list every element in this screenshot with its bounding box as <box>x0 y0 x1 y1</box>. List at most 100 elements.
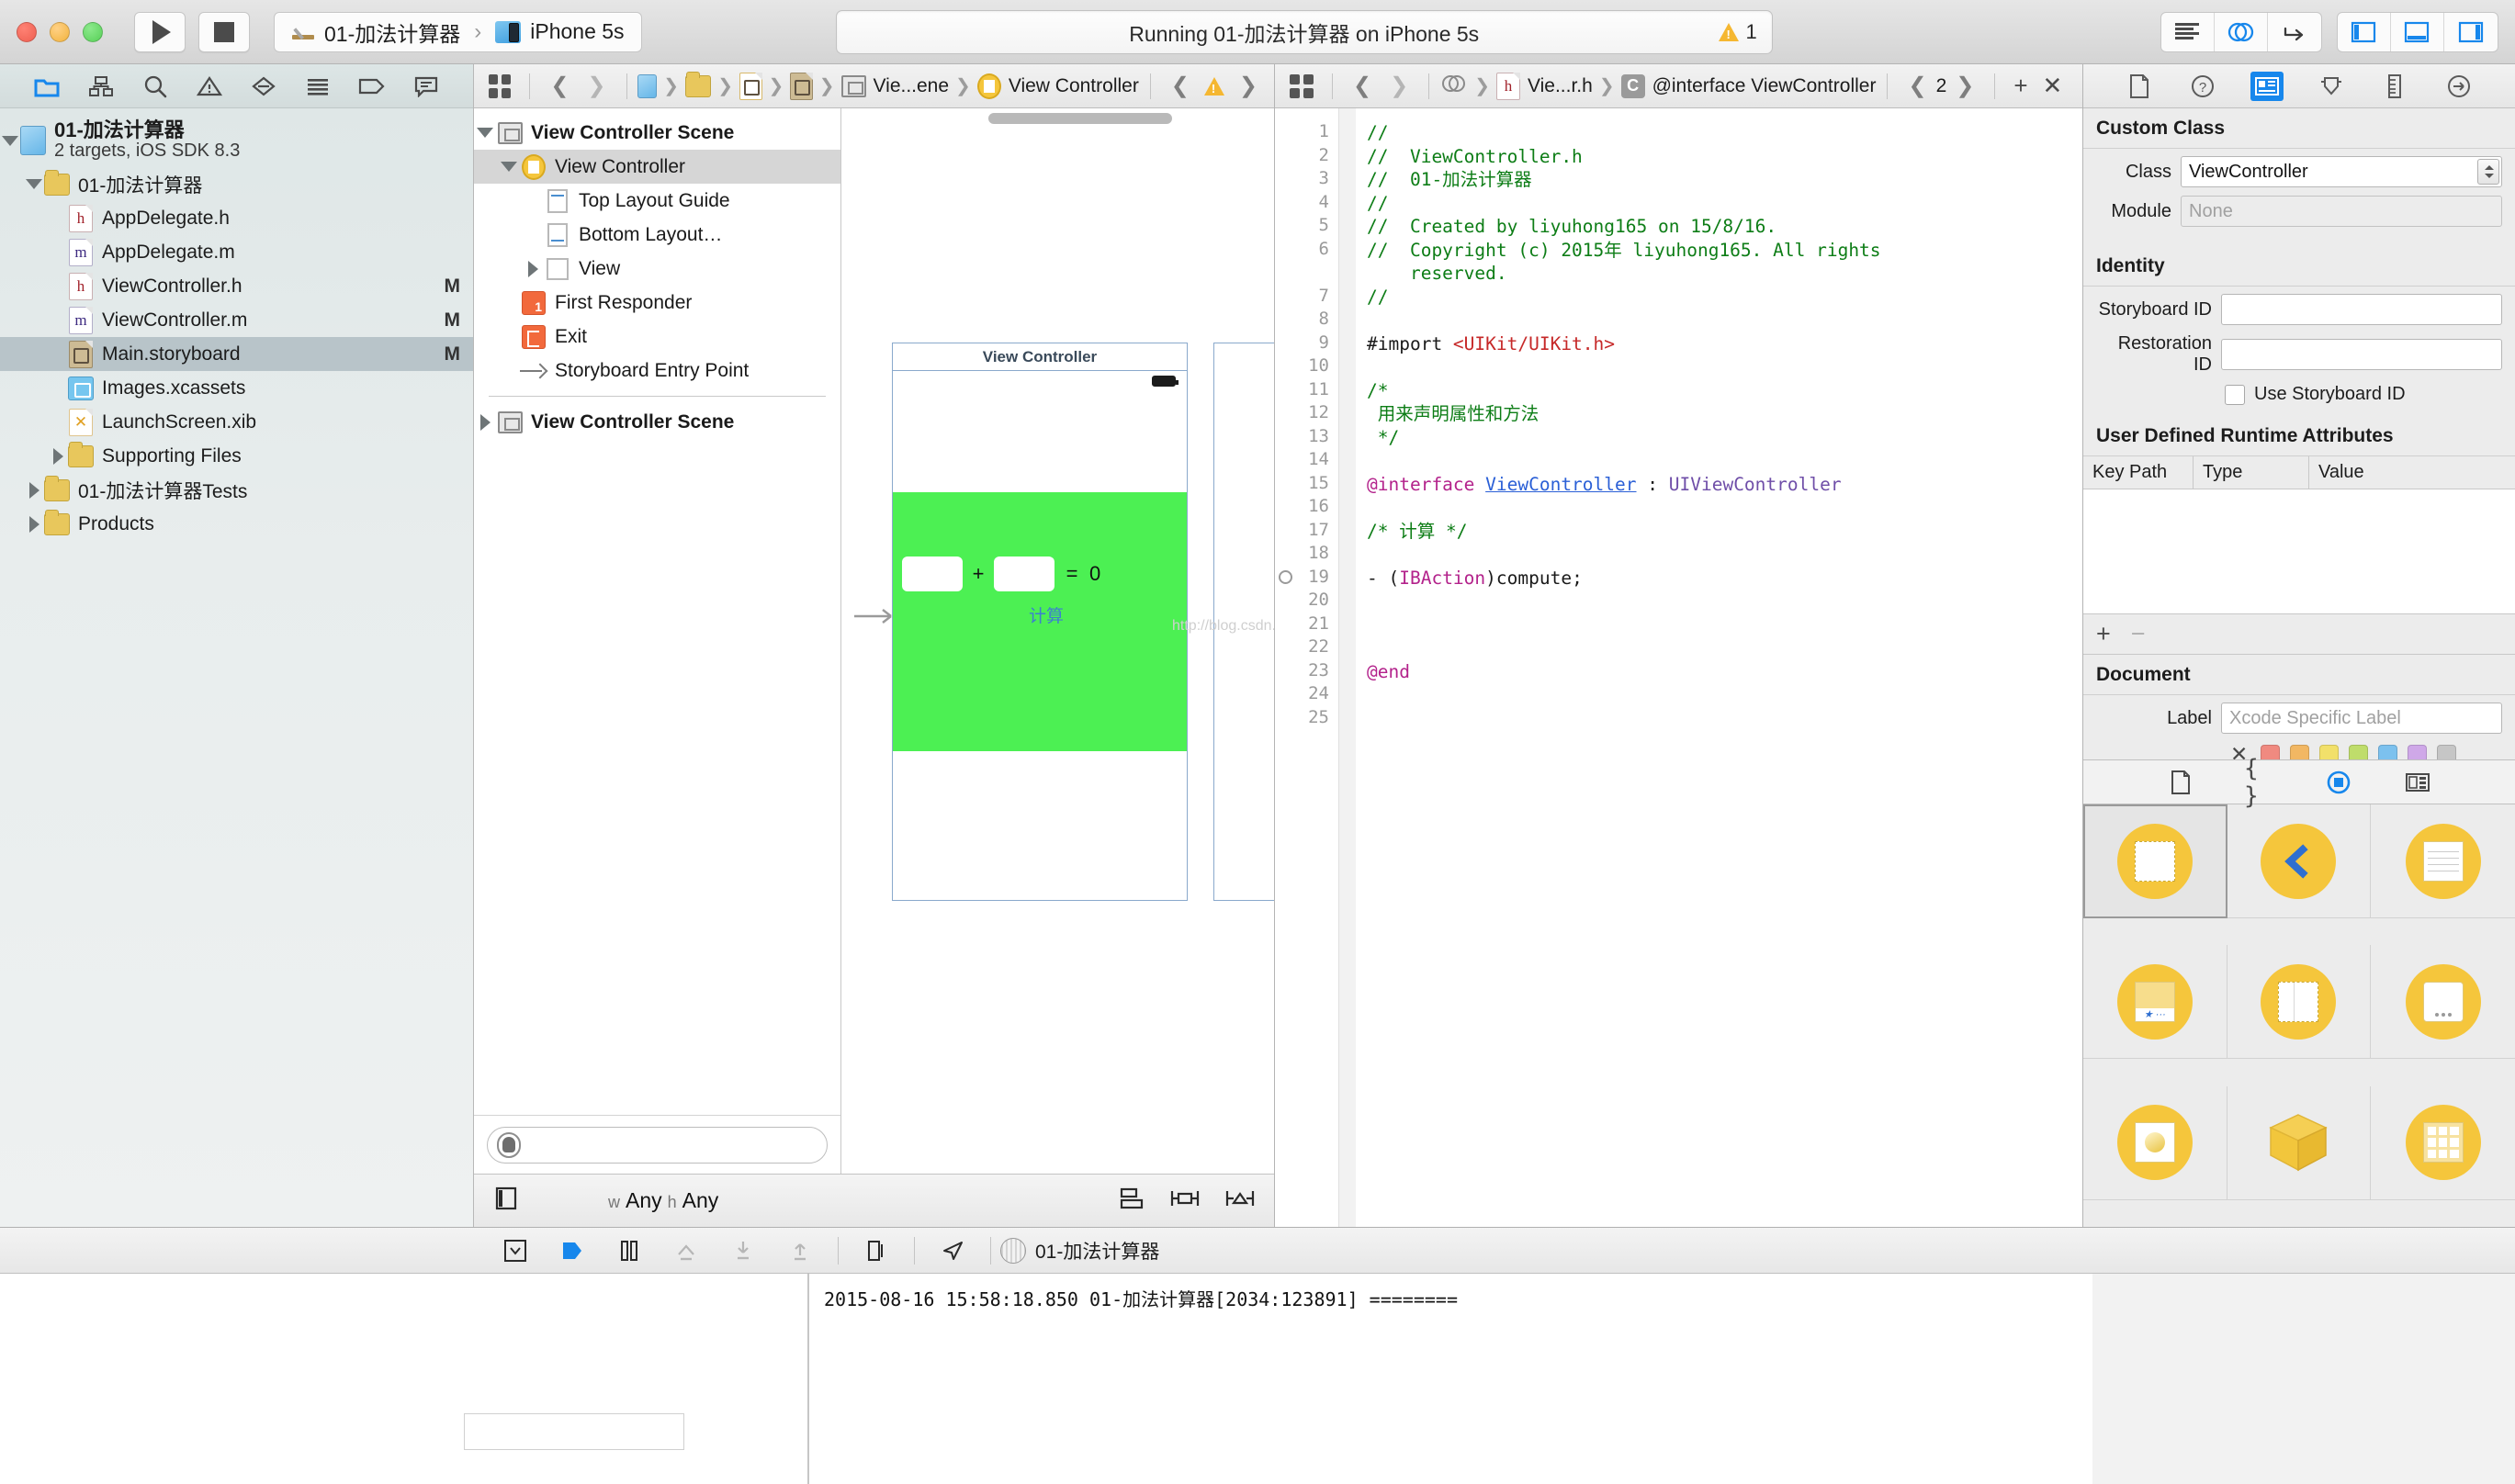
disclosure-down-icon[interactable] <box>477 128 493 138</box>
green-root-view[interactable]: + = 0 计算 <box>893 492 1187 751</box>
disclosure-right-icon[interactable] <box>479 413 491 431</box>
udra-table[interactable] <box>2083 489 2515 614</box>
library-item-view-controller[interactable] <box>2083 804 2227 918</box>
disclosure-triangle[interactable] <box>474 128 496 138</box>
simulate-view-hierarchy-button[interactable] <box>848 1228 905 1274</box>
line-number[interactable]: 25 <box>1275 707 1338 731</box>
step-out-button[interactable] <box>772 1228 829 1274</box>
line-number[interactable]: 6 <box>1275 239 1338 263</box>
outline-item[interactable]: Storyboard Entry Point <box>474 354 840 388</box>
close-window-button[interactable] <box>17 21 37 42</box>
disclosure-triangle[interactable] <box>498 162 520 172</box>
navigator-item[interactable]: 01-加法计算器Tests <box>0 473 473 507</box>
class-stepper[interactable] <box>2477 159 2499 185</box>
line-number[interactable]: 14 <box>1275 449 1338 473</box>
line-number[interactable]: 1 <box>1275 121 1338 145</box>
navigator-item[interactable]: 01-加法计算器 <box>0 167 473 201</box>
stop-button[interactable] <box>198 11 250 52</box>
toggle-debug-area-button[interactable] <box>2391 12 2444 51</box>
operand2-textfield[interactable] <box>994 556 1054 591</box>
line-number[interactable]: 17 <box>1275 520 1338 544</box>
restoration-id-field[interactable] <box>2221 339 2502 370</box>
minimize-window-button[interactable] <box>50 21 70 42</box>
issue-warning-icon[interactable] <box>1203 76 1224 96</box>
hide-debug-area-button[interactable] <box>487 1228 544 1274</box>
navigator-item[interactable]: Products <box>0 507 473 541</box>
line-number[interactable]: 23 <box>1275 660 1338 684</box>
outline-item[interactable]: View Controller Scene <box>474 405 840 439</box>
size-class-selector[interactable]: w Any h Any <box>608 1188 718 1213</box>
class-field[interactable]: ViewController <box>2181 156 2502 187</box>
udra-remove-button[interactable]: − <box>2131 620 2146 648</box>
line-number[interactable]: 3 <box>1275 168 1338 192</box>
project-root-row[interactable]: 01-加法计算器 2 targets, iOS SDK 8.3 <box>0 114 473 167</box>
storyboard-id-field[interactable] <box>2221 294 2502 325</box>
simulate-location-button[interactable] <box>924 1228 981 1274</box>
line-number[interactable]: 13 <box>1275 426 1338 450</box>
line-number[interactable]: 5 <box>1275 215 1338 239</box>
line-number[interactable]: 24 <box>1275 683 1338 707</box>
disclosure-right-icon[interactable] <box>28 481 39 499</box>
align-button[interactable] <box>1118 1186 1145 1216</box>
inspector-tab-connections[interactable] <box>2442 72 2476 101</box>
use-storyboard-id-checkbox[interactable] <box>2225 384 2245 405</box>
jumpbar-file-icon[interactable] <box>739 72 762 100</box>
next-counterpart-button[interactable]: ❯ <box>1946 73 1983 99</box>
outline-item[interactable]: First Responder <box>474 286 840 320</box>
library-item-split-view-controller[interactable] <box>2227 945 2372 1060</box>
line-number[interactable]: 19 <box>1275 567 1338 590</box>
debug-process-selector[interactable]: 01-加法计算器 <box>1000 1237 1159 1265</box>
library-tab-code-snippet[interactable]: { } <box>2244 755 2275 810</box>
inspector-tab-attributes[interactable] <box>2315 72 2348 101</box>
related-items-icon[interactable] <box>489 73 512 98</box>
library-item-navigation-controller[interactable] <box>2227 804 2372 918</box>
library-item-object[interactable] <box>2227 1085 2372 1200</box>
library-item-page-view-controller[interactable] <box>2371 945 2515 1060</box>
navigator-item[interactable]: Supporting Files <box>0 439 473 473</box>
storyboard-outline-list[interactable]: View Controller Scene View Controller Top … <box>474 108 840 1115</box>
disclosure-triangle[interactable] <box>24 179 44 189</box>
line-number[interactable]: 11 <box>1275 379 1338 403</box>
outline-item[interactable]: Top Layout Guide <box>474 184 840 218</box>
inspector-tab-size[interactable] <box>2378 72 2411 101</box>
continue-button[interactable] <box>544 1228 601 1274</box>
disclosure-triangle[interactable] <box>0 135 20 146</box>
navigator-tab-tag[interactable] <box>356 73 388 100</box>
go-back-button[interactable]: ❮ <box>1344 73 1381 99</box>
library-tab-file-template[interactable] <box>2165 769 2196 796</box>
toggle-navigator-button[interactable] <box>2338 12 2391 51</box>
resolve-issues-button[interactable] <box>1224 1186 1256 1216</box>
library-item-glk-view-controller[interactable] <box>2083 1085 2227 1200</box>
canvas-horizontal-scrollbar[interactable] <box>841 108 1274 129</box>
navigator-item[interactable]: Images.xcassets <box>0 371 473 405</box>
line-number[interactable] <box>1275 262 1338 286</box>
navigator-item[interactable]: h AppDelegate.h <box>0 201 473 235</box>
jumpbar-group-icon[interactable] <box>684 71 712 97</box>
navigator-tab-search[interactable] <box>140 73 171 100</box>
line-number[interactable]: 20 <box>1275 590 1338 613</box>
outline-item[interactable]: View Controller Scene <box>474 116 840 150</box>
disclosure-down-icon[interactable] <box>501 162 517 172</box>
breakpoint-marker-icon[interactable] <box>1279 569 1292 584</box>
disclosure-right-icon[interactable] <box>52 447 63 465</box>
line-number[interactable]: 22 <box>1275 636 1338 660</box>
related-items-icon[interactable] <box>1290 73 1314 98</box>
jumpbar-file[interactable]: h Vie...r.h <box>1495 72 1593 100</box>
source-code[interactable]: //// ViewController.h// 01-加法计算器//// Cre… <box>1356 108 2082 1227</box>
outline-item[interactable]: Bottom Layout… <box>474 218 840 252</box>
label-color-swatch[interactable] <box>2349 745 2369 759</box>
jumpbar-symbol[interactable]: C @interface ViewController <box>1620 73 1876 98</box>
zoom-window-button[interactable] <box>83 21 103 42</box>
view-controller-scene[interactable]: View Controller + = 0 计算 <box>892 343 1188 901</box>
pause-button[interactable] <box>601 1228 658 1274</box>
previous-issue-button[interactable]: ❮ <box>1162 73 1199 99</box>
label-color-swatch[interactable] <box>2290 745 2310 759</box>
jumpbar-storyboard-icon[interactable] <box>790 72 813 100</box>
scheme-selector[interactable]: 01-加法计算器 › iPhone 5s <box>274 11 642 52</box>
udra-add-button[interactable]: + <box>2096 620 2111 648</box>
step-into-button[interactable] <box>715 1228 772 1274</box>
line-number[interactable]: 7 <box>1275 286 1338 309</box>
disclosure-triangle[interactable] <box>48 447 68 465</box>
standard-editor-button[interactable] <box>2161 12 2215 51</box>
navigator-item[interactable]: m ViewController.m M <box>0 303 473 337</box>
